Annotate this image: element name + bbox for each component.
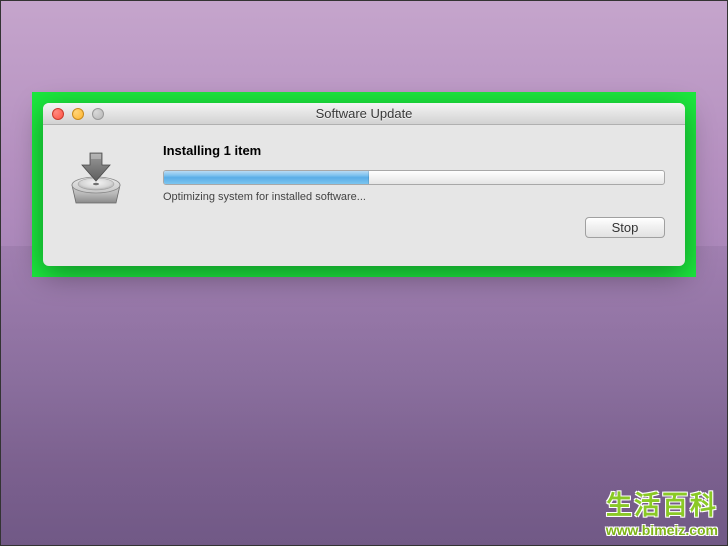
status-text: Optimizing system for installed software… [163,191,665,203]
button-row: Stop [163,217,665,238]
watermark-url: www.bimeiz.com [606,522,718,538]
content-main: Installing 1 item Optimizing system for … [135,143,665,252]
installer-icon-container [57,143,135,252]
window-content: Installing 1 item Optimizing system for … [43,125,685,266]
annotation-highlight-frame: Software Update [32,92,696,277]
software-update-window: Software Update [43,103,685,266]
window-title-bar[interactable]: Software Update [43,103,685,125]
stop-button[interactable]: Stop [585,217,665,238]
install-heading: Installing 1 item [163,143,665,158]
window-title: Software Update [43,106,685,121]
installer-drive-icon [64,145,128,209]
progress-bar [163,170,665,185]
watermark: 生活百科 www.bimeiz.com [606,485,718,538]
watermark-main: 生活百科 [606,485,718,522]
progress-fill [164,171,369,184]
